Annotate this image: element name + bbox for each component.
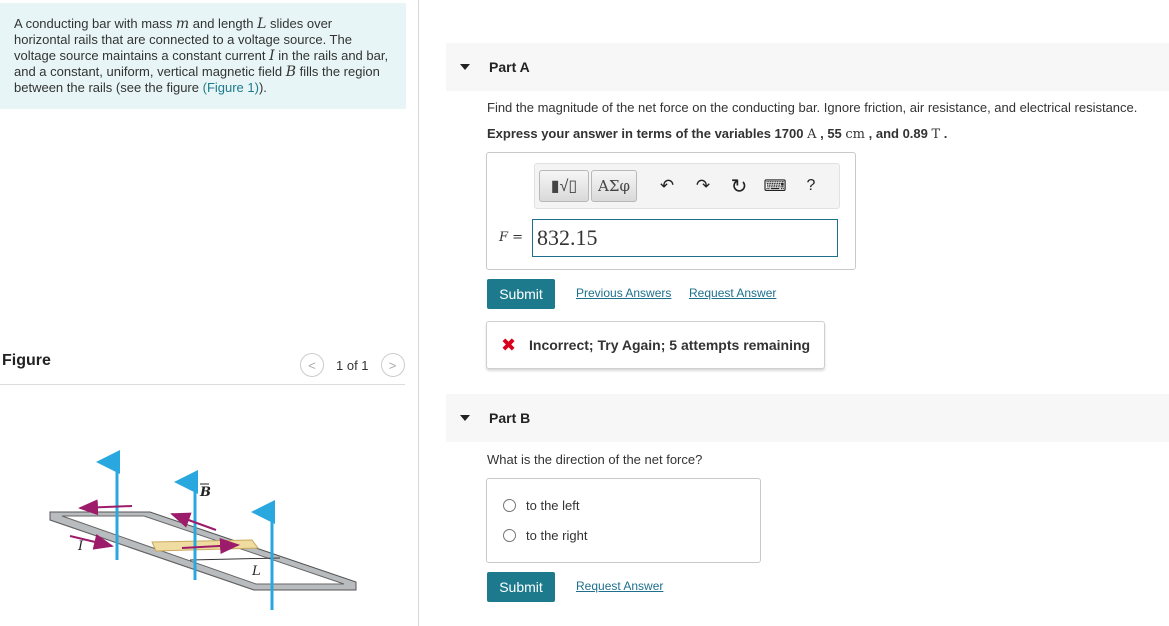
instructions-text: , and 0.89: [865, 126, 932, 141]
radio-button[interactable]: [503, 529, 516, 542]
answer-options: to the left to the right: [486, 478, 761, 563]
current-arrow: [78, 499, 133, 516]
symbols-label: ΑΣφ: [598, 177, 630, 195]
chevron-left-icon: <: [308, 357, 316, 373]
caret-down-icon: [460, 415, 470, 421]
problem-text: A conducting bar with mass: [14, 16, 176, 31]
redo-button[interactable]: ↷: [685, 176, 721, 196]
help-button[interactable]: ?: [793, 177, 829, 195]
previous-answers-link[interactable]: Previous Answers: [576, 286, 671, 300]
figure-link[interactable]: (Figure 1): [203, 80, 259, 95]
var-m: m: [175, 16, 190, 32]
keyboard-icon: ⌨: [763, 178, 787, 195]
templates-button[interactable]: ▮√▯: [539, 170, 589, 202]
redo-icon: ↷: [695, 176, 711, 195]
instructions-text: , 55: [816, 126, 846, 141]
equals-sign: =: [508, 230, 524, 245]
part-b-question: What is the direction of the net force?: [487, 452, 703, 467]
label-I: I: [77, 539, 84, 554]
part-b-header[interactable]: Part B: [446, 394, 1169, 442]
rails: [49, 511, 357, 591]
var-B: B: [285, 64, 296, 80]
part-a-header[interactable]: Part A: [446, 43, 1169, 91]
figure-prev-button[interactable]: <: [300, 353, 324, 377]
var-L: L: [257, 16, 267, 32]
figure-pager: < 1 of 1 >: [300, 352, 405, 378]
part-a-submit-button[interactable]: Submit: [487, 279, 555, 309]
option-label: to the right: [526, 528, 588, 543]
reset-button[interactable]: ↻: [721, 174, 757, 199]
label-L: L: [251, 564, 261, 579]
unit-tesla: T: [931, 127, 941, 142]
figure-diagram: B I L: [49, 450, 357, 610]
symbols-button[interactable]: ΑΣφ: [591, 170, 637, 202]
column-divider: [418, 0, 419, 626]
error-icon: ✖: [501, 334, 517, 355]
answer-box: ▮√▯ ΑΣφ ↶ ↷ ↻ ⌨ ? F = 832.15: [486, 152, 856, 270]
part-a-instructions: Express your answer in terms of the vari…: [487, 126, 947, 142]
figure-title: Figure: [2, 352, 51, 369]
caret-down-icon: [460, 64, 470, 70]
figure-next-button[interactable]: >: [380, 353, 405, 377]
keyboard-button[interactable]: ⌨: [757, 176, 793, 196]
chevron-right-icon: >: [388, 357, 397, 373]
undo-icon: ↶: [659, 176, 675, 195]
answer-input[interactable]: 832.15: [532, 219, 838, 257]
part-a-label: Part A: [489, 59, 530, 75]
problem-statement: A conducting bar with mass m and length …: [0, 3, 406, 109]
option-left[interactable]: to the left: [503, 498, 579, 513]
part-b-request-answer-link[interactable]: Request Answer: [576, 579, 663, 593]
part-b-submit-button[interactable]: Submit: [487, 572, 555, 602]
undo-button[interactable]: ↶: [649, 176, 685, 196]
label-B: B: [199, 485, 211, 500]
instructions-text: .: [940, 126, 948, 141]
templates-icon: ▮√▯: [550, 178, 578, 195]
unit-cm: cm: [845, 127, 866, 142]
variable-name: F: [499, 230, 509, 245]
feedback-message: ✖ Incorrect; Try Again; 5 attempts remai…: [486, 321, 825, 369]
math-toolbar: ▮√▯ ΑΣφ ↶ ↷ ↻ ⌨ ?: [534, 163, 840, 209]
part-b-label: Part B: [489, 410, 531, 426]
figure-divider: [0, 384, 405, 385]
feedback-text: Incorrect; Try Again; 5 attempts remaini…: [529, 337, 811, 353]
radio-button[interactable]: [503, 499, 516, 512]
instructions-text: Express your answer in terms of the vari…: [487, 126, 808, 141]
help-icon: ?: [806, 177, 816, 194]
problem-text: ).: [258, 80, 267, 95]
reset-icon: ↻: [730, 175, 748, 198]
option-right[interactable]: to the right: [503, 528, 587, 543]
part-a-question: Find the magnitude of the net force on t…: [487, 100, 1138, 115]
part-a-request-answer-link[interactable]: Request Answer: [689, 286, 776, 300]
problem-text: and length: [189, 16, 258, 31]
answer-variable-label: F =: [499, 230, 523, 245]
option-label: to the left: [526, 498, 580, 513]
figure-counter: 1 of 1: [336, 357, 369, 373]
